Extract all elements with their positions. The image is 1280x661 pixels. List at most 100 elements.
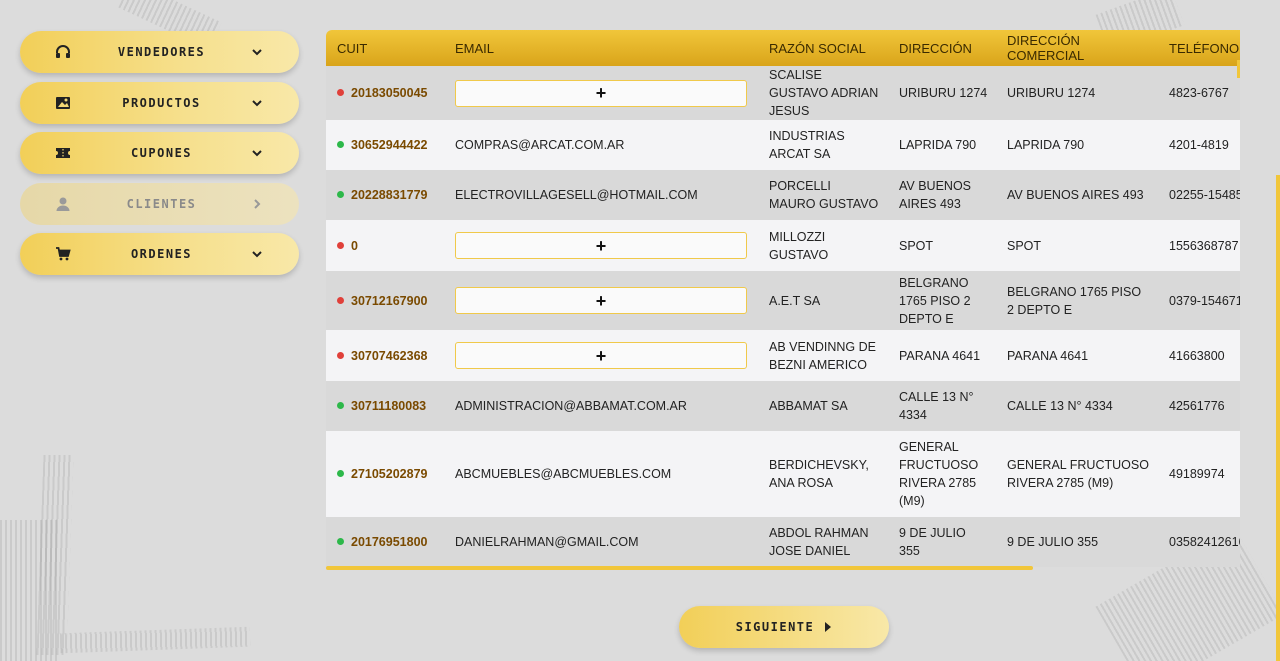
- direccion-cell: LAPRIDA 790: [899, 138, 977, 152]
- email-cell: COMPRAS@ARCAT.COM.AR: [455, 138, 625, 152]
- status-green-dot-icon: [337, 470, 344, 478]
- column-header-telefono[interactable]: TELÉFONO: [1158, 30, 1240, 66]
- page-scrollbar[interactable]: [1276, 175, 1280, 661]
- direccion-cell: CALLE 13 N° 4334: [899, 390, 974, 422]
- add-email-button[interactable]: +: [455, 287, 747, 314]
- clients-table: CUIT EMAIL RAZÓN SOCIAL DIRECCIÓN DIRECC…: [326, 30, 1240, 567]
- chevron-down-icon[interactable]: [251, 146, 265, 160]
- sidebar-item-cupones[interactable]: CUPONES: [20, 132, 299, 174]
- email-cell: +: [444, 330, 758, 381]
- sidebar-item-label: CUPONES: [130, 146, 193, 160]
- sidebar-item-label: PRODUCTOS: [122, 95, 201, 110]
- table-row[interactable]: 0 + MILLOZZI GUSTAVO SPOT SPOT 1556368787: [326, 220, 1240, 271]
- cuit-value: 20183050045: [351, 86, 428, 100]
- cuit-cell: 27105202879: [326, 431, 444, 517]
- direccion-cell: PARANA 4641: [899, 348, 981, 363]
- add-email-button[interactable]: +: [455, 342, 747, 369]
- table-row[interactable]: 30712167900 + A.E.T SA BELGRANO 1765 PISO 2…: [326, 271, 1240, 330]
- cuit-value: 30707462368: [351, 348, 428, 363]
- telefono-cell: 42561776: [1169, 399, 1225, 413]
- column-header-direccion-comercial[interactable]: DIRECCIÓN COMERCIAL: [996, 30, 1158, 66]
- razon-social-cell: PORCELLI MAURO GUSTAVO: [769, 179, 879, 211]
- telefono-cell: 4201-4819: [1169, 138, 1229, 152]
- next-page-button[interactable]: SIGUIENTE: [679, 606, 889, 648]
- table-row[interactable]: 20183050045 + SCALISE GUSTAVO ADRIAN JESUS…: [326, 66, 1240, 120]
- sidebar-item-productos[interactable]: PRODUCTOS: [20, 81, 299, 124]
- horizontal-scrollbar[interactable]: [326, 566, 1033, 570]
- table-row[interactable]: 27105202879 ABCMUEBLES@ABCMUEBLES.COM BERD…: [326, 431, 1240, 517]
- status-green-dot-icon: [337, 402, 344, 410]
- cuit-cell: 30711180083: [326, 381, 444, 431]
- cuit-value: 30711180083: [351, 399, 427, 413]
- add-email-button[interactable]: +: [455, 232, 747, 259]
- direccion-cell: 9 DE JULIO 355: [899, 526, 966, 558]
- email-cell: +: [444, 220, 758, 271]
- status-red-dot-icon: [337, 89, 344, 97]
- sidebar-item-label: CLIENTES: [126, 196, 197, 211]
- direccion-comercial-cell: URIBURU 1274: [1007, 86, 1096, 100]
- cuit-cell: 30707462368: [326, 330, 444, 381]
- plus-icon: +: [595, 345, 607, 366]
- sidebar-item-ordenes[interactable]: ORDENES: [20, 233, 299, 275]
- cuit-cell: 30712167900: [326, 271, 444, 330]
- cuit-cell: 0: [326, 220, 444, 271]
- plus-icon: +: [595, 235, 607, 256]
- status-red-dot-icon: [337, 296, 344, 304]
- table-row[interactable]: 30652944422 COMPRAS@ARCAT.COM.AR INDUSTRIA…: [326, 120, 1240, 170]
- cuit-cell: 30652944422: [326, 120, 444, 170]
- status-green-dot-icon: [337, 538, 344, 546]
- table-row[interactable]: 30707462368 + AB VENDINNG DE BEZNI AMERICO…: [326, 330, 1240, 381]
- table-header-row: CUIT EMAIL RAZÓN SOCIAL DIRECCIÓN DIRECC…: [326, 30, 1240, 66]
- column-header-direccion[interactable]: DIRECCIÓN: [888, 30, 996, 66]
- table-row[interactable]: 30711180083 ADMINISTRACION@ABBAMAT.COM.AR…: [326, 381, 1240, 431]
- direccion-comercial-cell: GENERAL FRUCTUOSO RIVERA 2785 (M9): [1007, 458, 1149, 490]
- email-cell: ELECTROVILLAGESELL@HOTMAIL.COM: [455, 188, 698, 202]
- email-cell: +: [444, 271, 758, 330]
- direccion-comercial-cell: PARANA 4641: [1007, 348, 1089, 363]
- chevron-down-icon[interactable]: [251, 45, 265, 59]
- cuit-cell: 20228831779: [326, 170, 444, 220]
- sidebar-item-vendedores[interactable]: VENDEDORES: [20, 31, 299, 73]
- caret-right-icon: [825, 622, 832, 632]
- plus-icon: +: [595, 290, 607, 311]
- telefono-cell: 02255-15485: [1169, 188, 1240, 202]
- table-row[interactable]: 20228831779 ELECTROVILLAGESELL@HOTMAIL.CO…: [326, 170, 1240, 220]
- cart-icon: [54, 245, 72, 263]
- email-cell: ABCMUEBLES@ABCMUEBLES.COM: [455, 467, 672, 481]
- cuit-value: 0: [351, 238, 358, 253]
- headset-icon: [54, 43, 72, 61]
- razon-social-cell: MILLOZZI GUSTAVO: [769, 229, 829, 262]
- direccion-comercial-cell: LAPRIDA 790: [1007, 138, 1085, 152]
- sidebar-item-clientes[interactable]: CLIENTES: [20, 182, 299, 225]
- vertical-scrollbar[interactable]: [1237, 60, 1240, 78]
- table-row[interactable]: 20176951800 DANIELRAHMAN@GMAIL.COM ABDOL R…: [326, 517, 1240, 567]
- razon-social-cell: A.E.T SA: [769, 293, 821, 308]
- telefono-cell: 4823-6767: [1169, 86, 1229, 100]
- status-red-dot-icon: [337, 351, 344, 359]
- cuit-value: 27105202879: [351, 467, 428, 481]
- cuit-cell: 20183050045: [326, 66, 444, 120]
- column-header-email[interactable]: EMAIL: [444, 30, 758, 66]
- chevron-down-icon[interactable]: [251, 96, 265, 110]
- razon-social-cell: AB VENDINNG DE BEZNI AMERICO: [769, 339, 876, 372]
- status-green-dot-icon: [337, 141, 344, 149]
- razon-social-cell: SCALISE GUSTAVO ADRIAN JESUS: [769, 68, 879, 118]
- add-email-button[interactable]: +: [455, 79, 747, 107]
- razon-social-cell: ABDOL RAHMAN JOSE DANIEL: [769, 526, 869, 558]
- chevron-down-icon[interactable]: [251, 247, 265, 261]
- column-header-cuit[interactable]: CUIT: [326, 30, 444, 66]
- direccion-cell: BELGRANO 1765 PISO 2 DEPTO E: [899, 275, 971, 326]
- sidebar-item-label: ORDENES: [130, 247, 193, 261]
- cuit-value: 20176951800: [351, 535, 428, 549]
- next-page-label: SIGUIENTE: [735, 620, 815, 634]
- status-red-dot-icon: [337, 241, 344, 249]
- clients-table-container[interactable]: CUIT EMAIL RAZÓN SOCIAL DIRECCIÓN DIRECC…: [326, 30, 1240, 570]
- razon-social-cell: ABBAMAT SA: [769, 399, 848, 413]
- product-image-icon: [54, 94, 72, 112]
- direccion-cell: GENERAL FRUCTUOSO RIVERA 2785 (M9): [899, 440, 979, 508]
- status-green-dot-icon: [337, 191, 344, 199]
- chevron-right-icon[interactable]: [251, 197, 265, 211]
- telefono-cell: 0379-154671: [1169, 293, 1240, 308]
- column-header-razon-social[interactable]: RAZÓN SOCIAL: [758, 30, 888, 66]
- direccion-comercial-cell: AV BUENOS AIRES 493: [1007, 188, 1144, 202]
